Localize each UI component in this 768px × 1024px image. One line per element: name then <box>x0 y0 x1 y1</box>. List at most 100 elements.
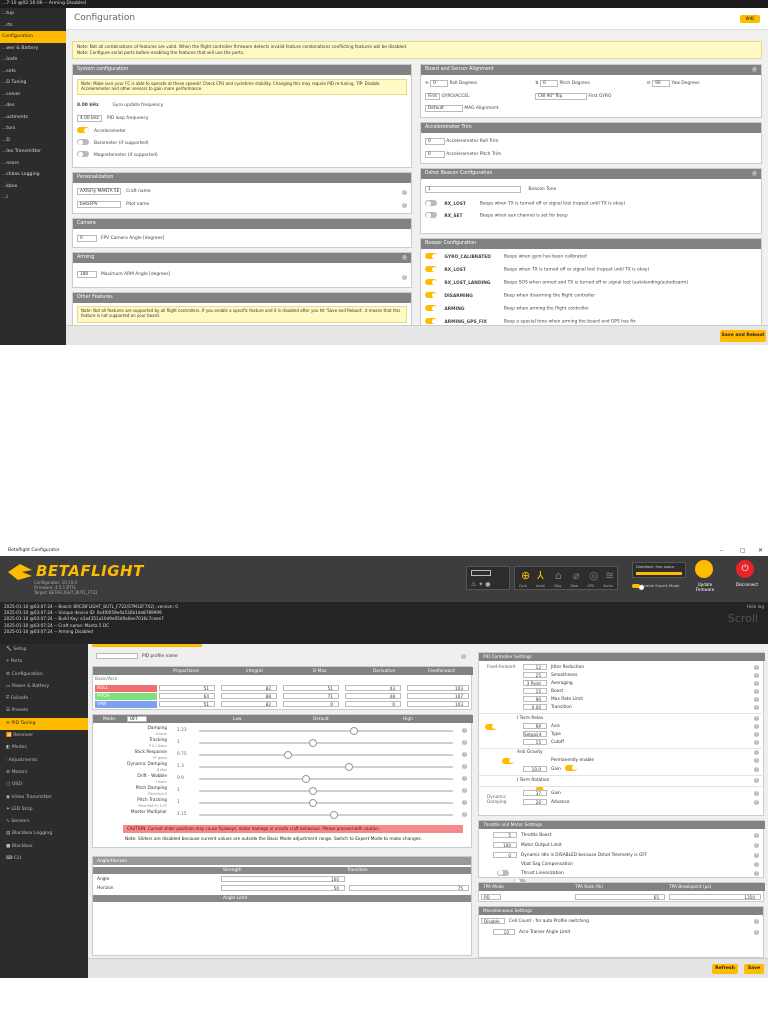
sidebar-item[interactable]: ...tup <box>0 8 66 20</box>
pitch-degrees-input[interactable]: 0 <box>540 80 559 87</box>
sidebar-item-cli[interactable]: ⌨ CLI <box>0 853 88 865</box>
sidebar-item-motors[interactable]: ⚙ Motors <box>0 767 88 779</box>
roll-i-input[interactable]: 82 <box>221 685 277 691</box>
boost-input[interactable]: 15 <box>523 688 547 694</box>
smoothness-input[interactable]: 25 <box>523 672 547 678</box>
throttle-boost-input[interactable]: 5 <box>493 832 517 838</box>
alignment-select[interactable]: CW 90° flip <box>535 93 587 100</box>
sidebar-item-led[interactable]: ✦ LED Strip <box>0 804 88 816</box>
help-icon[interactable]: ? <box>462 752 467 757</box>
beeper-toggle[interactable] <box>425 279 437 285</box>
help-icon[interactable]: ? <box>754 758 759 763</box>
jitter-reduction-input[interactable]: 12 <box>523 664 547 670</box>
roll-degrees-input[interactable]: 0 <box>430 80 449 87</box>
sidebar-item-configuration[interactable]: Configuration <box>0 31 66 43</box>
sidebar-item-blackbox-logging[interactable]: ▤ Blackbox Logging <box>0 828 88 840</box>
help-icon[interactable]: ? <box>402 275 407 280</box>
help-icon[interactable]: ? <box>462 788 467 793</box>
relax-type-select[interactable]: Setpoint <box>523 731 547 737</box>
help-icon[interactable]: ? <box>754 740 759 745</box>
help-icon[interactable]: ? <box>462 740 467 745</box>
slider-track[interactable] <box>199 787 453 795</box>
dyn-damping-gain-input[interactable]: 37 <box>523 790 547 796</box>
expert-mode-toggle[interactable] <box>632 584 644 590</box>
help-icon[interactable]: ? <box>461 654 466 659</box>
permanently-enable-toggle[interactable] <box>565 764 578 771</box>
save-and-reboot-button[interactable]: Save and Reboot <box>720 330 766 342</box>
sidebar-item-blackbox[interactable]: ■ Blackbox <box>0 841 88 853</box>
pitch-ff-input[interactable]: 107 <box>407 693 469 699</box>
sidebar-item[interactable]: ...lsafe <box>0 54 66 66</box>
motor-output-limit-input[interactable]: 100 <box>493 842 517 848</box>
sidebar-item[interactable]: ...wer & Battery <box>0 43 66 55</box>
sidebar-item-failsafe[interactable]: ⛨ Failsafe <box>0 693 88 705</box>
slider-track[interactable] <box>199 775 453 783</box>
slider-track[interactable] <box>199 739 453 747</box>
horizon-strength-input[interactable]: 50 <box>221 885 345 891</box>
roll-ff-input[interactable]: 103 <box>407 685 469 691</box>
help-icon[interactable]: ? <box>754 930 759 935</box>
sidebar-item[interactable]: ...tors <box>0 123 66 135</box>
mode-select[interactable]: OFF <box>127 716 147 722</box>
help-icon[interactable]: ? <box>754 724 759 729</box>
yaw-i-input[interactable]: 82 <box>221 701 277 707</box>
help-icon[interactable]: ? <box>754 673 759 678</box>
sidebar-item[interactable]: ...leo Transmitter <box>0 146 66 158</box>
tpa-rate-input[interactable]: 65 <box>575 894 665 900</box>
sidebar-item[interactable]: ...kbox <box>0 181 66 193</box>
slider-track[interactable] <box>199 727 453 735</box>
sidebar-item-adjustments[interactable]: ⫶ Adjustments <box>0 755 88 767</box>
slider-track[interactable] <box>199 799 453 807</box>
pitch-dmax-input[interactable]: 71 <box>283 693 339 699</box>
minimize-button[interactable]: – <box>720 546 723 556</box>
help-icon[interactable]: ? <box>754 697 759 702</box>
help-icon[interactable]: ? <box>754 750 759 755</box>
pitch-p-input[interactable]: 64 <box>159 693 215 699</box>
slider-knob[interactable] <box>283 751 292 759</box>
slider-track[interactable] <box>199 751 453 759</box>
pitch-d-input[interactable]: 48 <box>345 693 401 699</box>
accel-pitch-trim-input[interactable]: 0 <box>425 151 445 158</box>
help-icon[interactable]: ? <box>754 871 759 876</box>
vbat-sag-toggle[interactable] <box>497 869 509 876</box>
angle-strength-input[interactable]: 100 <box>221 876 345 882</box>
sidebar-item[interactable]: ...I <box>0 192 66 204</box>
help-icon[interactable]: ? <box>754 732 759 737</box>
camera-angle-input[interactable]: 0 <box>77 235 97 242</box>
update-firmware-label[interactable]: Update Firmware <box>688 582 722 592</box>
sidebar-item[interactable]: ...D <box>0 135 66 147</box>
mag-alignment-select[interactable]: Default <box>425 105 463 112</box>
disconnect-icon[interactable]: ⏻ <box>736 560 754 578</box>
roll-d-input[interactable]: 43 <box>345 685 401 691</box>
relax-axis-select[interactable]: RP <box>523 723 547 729</box>
help-icon[interactable]: ? <box>754 853 759 858</box>
cell-count-select[interactable]: Disable <box>481 918 505 924</box>
help-icon[interactable]: ? <box>754 862 759 867</box>
help-icon[interactable]: ? <box>754 778 759 783</box>
help-icon[interactable]: ? <box>752 171 757 176</box>
help-icon[interactable]: ? <box>462 728 467 733</box>
dyn-damping-advance-input[interactable]: 20 <box>523 799 547 805</box>
help-icon[interactable]: ? <box>754 689 759 694</box>
slider-knob[interactable] <box>309 739 318 747</box>
sidebar-item-osd[interactable]: ▢ OSD <box>0 779 88 791</box>
help-icon[interactable]: ? <box>754 681 759 686</box>
close-button[interactable]: ✕ <box>758 546 763 556</box>
sidebar-item-sensors[interactable]: ∿ Sensors <box>0 816 88 828</box>
max-rate-limit-input[interactable]: 90 <box>523 696 547 702</box>
craft-name-input[interactable]: AXISFly MANTA 5E <box>77 188 121 195</box>
sidebar-item[interactable]: ...rts <box>0 20 66 32</box>
sidebar-item-receiver[interactable]: 📶 Receiver <box>0 730 88 742</box>
help-icon[interactable]: ? <box>462 764 467 769</box>
slider-knob[interactable] <box>309 799 318 807</box>
averaging-select[interactable]: 3 Point <box>523 680 547 686</box>
help-icon[interactable]: ? <box>462 776 467 781</box>
sidebar-item[interactable]: ...ckbox Logging <box>0 169 66 181</box>
yaw-dmax-input[interactable]: 0 <box>283 701 339 707</box>
refresh-button[interactable]: Refresh <box>712 964 738 974</box>
profile-name-input[interactable] <box>96 653 138 659</box>
help-icon[interactable]: ? <box>754 767 759 772</box>
accel-roll-trim-input[interactable]: 0 <box>425 138 445 145</box>
help-icon[interactable]: ? <box>752 67 757 72</box>
yaw-p-input[interactable]: 51 <box>159 701 215 707</box>
